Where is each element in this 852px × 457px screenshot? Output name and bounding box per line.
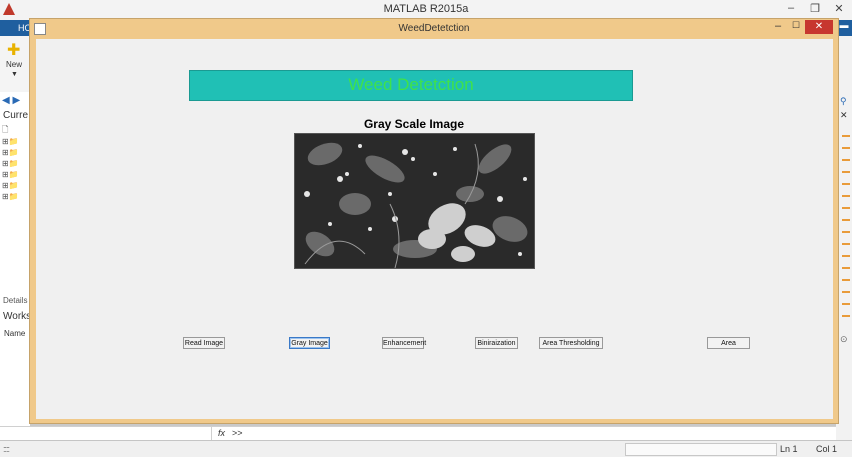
figure-titlebar[interactable]: WeedDetetction – ☐ ✕ <box>30 19 838 39</box>
status-field <box>625 443 777 456</box>
workspace-name-header[interactable]: Name <box>4 329 25 338</box>
banner-title: Weed Detetction <box>348 75 474 94</box>
gray-image-button[interactable]: Gray Image <box>289 337 330 349</box>
chevron-down-icon[interactable]: ▼ <box>11 71 18 78</box>
matlab-window-controls: – ❐ ✕ <box>784 2 846 15</box>
restore-icon[interactable]: ❐ <box>808 2 822 15</box>
line-indicator: Ln 1 <box>780 444 798 454</box>
current-folder-label: Curre <box>3 110 29 121</box>
maximize-icon[interactable]: ☐ <box>792 20 800 31</box>
grayscale-image <box>294 133 535 269</box>
file-icon[interactable]: 🗋 <box>2 124 8 138</box>
folder-icon[interactable]: ⊞📁 <box>2 148 19 157</box>
figure-window: WeedDetetction – ☐ ✕ Weed Detetction Gra… <box>29 18 839 424</box>
folder-icon[interactable]: ⊞📁 <box>2 137 19 146</box>
search-icon[interactable]: ⚲ <box>840 96 847 107</box>
col-label: Col <box>816 444 830 454</box>
grip-icon: :::: <box>3 444 10 454</box>
status-bar: :::: Ln 1 Col 1 <box>0 440 852 457</box>
matlab-window-title: MATLAB R2015a <box>383 3 469 15</box>
minimize-icon[interactable]: – <box>784 2 798 15</box>
app-banner: Weed Detetction <box>189 70 633 101</box>
close-icon[interactable]: ✕ <box>832 2 846 15</box>
new-script-icon[interactable]: ✚ <box>7 40 20 60</box>
figure-canvas: Weed Detetction Gray Scale Image Read Im… <box>36 39 833 419</box>
command-window[interactable]: fx >> <box>212 426 836 441</box>
binarization-button[interactable]: Biniraization <box>475 337 518 349</box>
minimize-icon[interactable]: – <box>775 20 781 32</box>
column-indicator: Col 1 <box>816 444 837 454</box>
axes-title: Gray Scale Image <box>363 117 465 131</box>
details-label: Details <box>3 296 28 305</box>
ln-value: 1 <box>792 444 798 454</box>
forward-arrow-icon[interactable]: ▶ <box>12 95 20 106</box>
read-image-button[interactable]: Read Image <box>183 337 225 349</box>
fx-icon[interactable]: fx <box>218 428 225 438</box>
command-prompt[interactable]: >> <box>232 428 243 438</box>
nav-arrows[interactable]: ◀ ▶ <box>2 95 20 106</box>
folder-icon[interactable]: ⊞📁 <box>2 159 19 168</box>
grayscale-image-graphic <box>295 134 534 268</box>
home-tab[interactable]: HO <box>0 20 32 36</box>
folder-icon[interactable]: ⊞📁 <box>2 192 19 201</box>
folder-icon[interactable]: ⊞📁 <box>2 170 19 179</box>
folder-icon[interactable]: ⊞📁 <box>2 181 19 190</box>
back-arrow-icon[interactable]: ◀ <box>2 95 10 106</box>
area-thresholding-button[interactable]: Area Thresholding <box>539 337 603 349</box>
chevron-down-icon[interactable]: ⊙ <box>840 334 848 345</box>
ln-label: Ln <box>780 444 791 454</box>
scroll-markers <box>842 135 850 325</box>
enhancement-button[interactable]: Enhancement <box>382 337 426 349</box>
ribbon: ✚ New ▼ <box>0 36 30 93</box>
area-button[interactable]: Area <box>707 337 750 349</box>
col-value: 1 <box>832 444 838 454</box>
command-left-pane <box>0 426 212 440</box>
figure-window-title: WeedDetetction <box>398 23 470 34</box>
new-button-label[interactable]: New <box>6 60 22 69</box>
workspace-label: Works <box>3 311 32 322</box>
close-icon[interactable]: ✕ <box>840 110 848 121</box>
close-icon[interactable]: ✕ <box>805 20 833 34</box>
